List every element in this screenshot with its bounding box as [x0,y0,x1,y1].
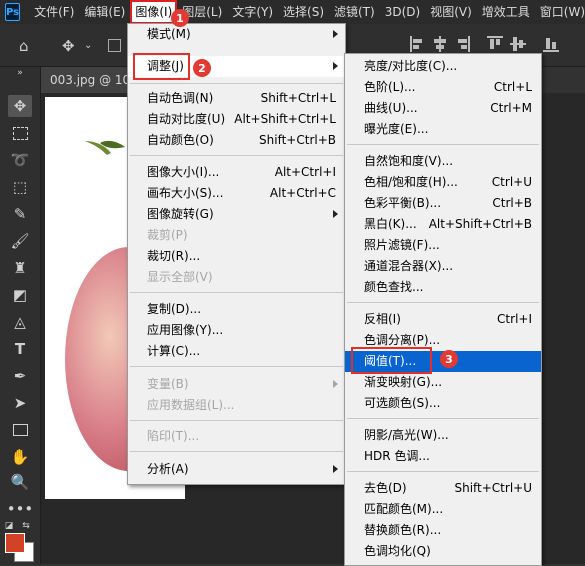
submenu-arrow-icon [333,465,338,473]
paint-bucket-tool-icon[interactable]: ◬ [8,311,32,333]
marquee-tool-icon[interactable] [8,122,32,144]
move-tool-icon[interactable]: ✥ [62,37,75,55]
rectangle-tool-icon[interactable] [8,419,32,441]
menu-item-auto-tone[interactable]: 自动色调(N) Shift+Ctrl+L [128,88,345,109]
menu-item-reveal-all: 显示全部(V) [147,270,213,284]
align-middle-icon[interactable] [510,36,526,52]
align-right-icon[interactable] [456,36,470,52]
step-badge-1: 1 [171,9,189,27]
menu-item-mode[interactable]: 模式(M) [128,24,345,45]
clone-stamp-tool-icon[interactable]: ♜ [8,257,32,279]
hand-tool-icon[interactable]: ✋ [8,446,32,468]
menu-item-invert[interactable]: 反相(I) Ctrl+I [345,309,541,330]
zoom-tool-icon[interactable]: 🔍 [8,471,32,493]
submenu-arrow-icon [333,62,338,70]
align-top-icon[interactable] [487,36,503,52]
menu-item-gradient-map[interactable]: 渐变映射(G)... [345,372,541,393]
menu-item-vibrance[interactable]: 自然饱和度(V)... [345,151,541,172]
eraser-tool-icon[interactable]: ◩ [8,284,32,306]
menu-plugins[interactable]: 增效工具 [477,0,535,24]
menu-view[interactable]: 视图(V) [425,0,477,24]
image-menu: 模式(M) 调整(J) 自动色调(N) Shift+Ctrl+L 自动对比度(U)… [127,23,346,485]
annotation-box-adjustments [133,53,190,80]
menu-item-equalize[interactable]: 色调均化(Q) [345,541,541,562]
menu-filter[interactable]: 滤镜(T) [329,0,380,24]
align-center-icon[interactable] [433,36,447,52]
menu-item-shadows-highlights[interactable]: 阴影/高光(W)... [345,425,541,446]
submenu-arrow-icon [333,210,338,218]
menu-item-levels[interactable]: 色阶(L)... Ctrl+L [345,77,541,98]
object-selection-tool-icon[interactable]: ⬚ [8,176,32,198]
photoshop-logo-icon: Ps [5,3,21,21]
menu-item-image-size[interactable]: 图像大小(I)... Alt+Ctrl+I [128,162,345,183]
menu-item-hue-saturation[interactable]: 色相/饱和度(H)... Ctrl+U [345,172,541,193]
align-bottom-icon[interactable] [543,36,559,52]
menu-item-match-color[interactable]: 匹配颜色(M)... [345,499,541,520]
adjustments-submenu: 亮度/对比度(C)... 色阶(L)... Ctrl+L 曲线(U)... Ctrl… [344,53,542,566]
menu-item-hdr-toning[interactable]: HDR 色调... [345,446,541,467]
menu-item-channel-mixer[interactable]: 通道混合器(X)... [345,256,541,277]
menu-file[interactable]: 文件(F) [29,0,79,24]
tools-panel: » ✥ ➰ ⬚ ✎ 🖌 ♜ ◩ ◬ T ✒ ➤ ✋ 🔍 ••• ◪ ⇆ [0,67,41,564]
menu-bar: Ps 文件(F) 编辑(E) 图像(I) 图层(L) 文字(Y) 选择(S) 滤… [0,0,585,24]
menu-type[interactable]: 文字(Y) [227,0,278,24]
menu-item-replace-color[interactable]: 替换颜色(R)... [345,520,541,541]
collapse-panel-icon[interactable]: » [8,67,32,79]
chevron-down-icon[interactable]: ⌄ [84,40,92,51]
step-badge-3: 3 [440,350,458,368]
submenu-arrow-icon [333,380,338,388]
menu-select[interactable]: 选择(S) [278,0,329,24]
menu-item-brightness-contrast[interactable]: 亮度/对比度(C)... [345,56,541,77]
foreground-color-swatch[interactable] [5,533,25,553]
menu-item-curves[interactable]: 曲线(U)... Ctrl+M [345,98,541,119]
menu-item-auto-contrast[interactable]: 自动对比度(U) Alt+Shift+Ctrl+L [128,109,345,130]
type-tool-icon[interactable]: T [8,338,32,360]
menu-item-analysis[interactable]: 分析(A) [128,459,345,480]
menu-edit[interactable]: 编辑(E) [79,0,130,24]
menu-item-color-balance[interactable]: 色彩平衡(B)... Ctrl+B [345,193,541,214]
menu-item-trim[interactable]: 裁切(R)... [128,246,345,267]
move-tool-icon[interactable]: ✥ [8,95,32,117]
submenu-arrow-icon [333,30,338,38]
align-left-icon[interactable] [410,36,424,52]
eyedropper-tool-icon[interactable]: ✎ [8,203,32,225]
menu-item-black-white[interactable]: 黑白(K)... Alt+Shift+Ctrl+B [345,214,541,235]
menu-item-auto-color[interactable]: 自动颜色(O) Shift+Ctrl+B [128,130,345,151]
annotation-box-threshold [351,347,432,374]
menu-image[interactable]: 图像(I) [130,0,178,24]
auto-select-checkbox[interactable] [108,39,121,52]
menu-3d[interactable]: 3D(D) [380,0,425,24]
menu-window[interactable]: 窗口(W) [535,0,585,24]
home-icon[interactable]: ⌂ [19,37,29,55]
step-badge-2: 2 [193,59,211,77]
menu-item-apply-image[interactable]: 应用图像(Y)... [128,320,345,341]
menu-item-canvas-size[interactable]: 画布大小(S)... Alt+Ctrl+C [128,183,345,204]
menu-item-apply-data-set: 应用数据组(L)... [147,398,235,412]
menu-item-exposure[interactable]: 曝光度(E)... [345,119,541,140]
brush-tool-icon[interactable]: 🖌 [8,230,32,252]
menu-item-duplicate[interactable]: 复制(D)... [128,299,345,320]
menu-item-variables: 变量(B) [128,374,345,395]
menu-item-photo-filter[interactable]: 照片滤镜(F)... [345,235,541,256]
menu-item-selective-color[interactable]: 可选颜色(S)... [345,393,541,414]
menu-item-desaturate[interactable]: 去色(D) Shift+Ctrl+U [345,478,541,499]
lasso-tool-icon[interactable]: ➰ [8,149,32,171]
menu-item-trap: 陷印(T)... [147,429,200,443]
menu-item-calculations[interactable]: 计算(C)... [128,341,345,362]
menu-item-color-lookup[interactable]: 颜色查找... [345,277,541,298]
path-selection-tool-icon[interactable]: ➤ [8,392,32,414]
menu-item-image-rotation[interactable]: 图像旋转(G) [128,204,345,225]
menu-item-crop: 裁剪(P) [147,228,188,242]
pen-tool-icon[interactable]: ✒ [8,365,32,387]
